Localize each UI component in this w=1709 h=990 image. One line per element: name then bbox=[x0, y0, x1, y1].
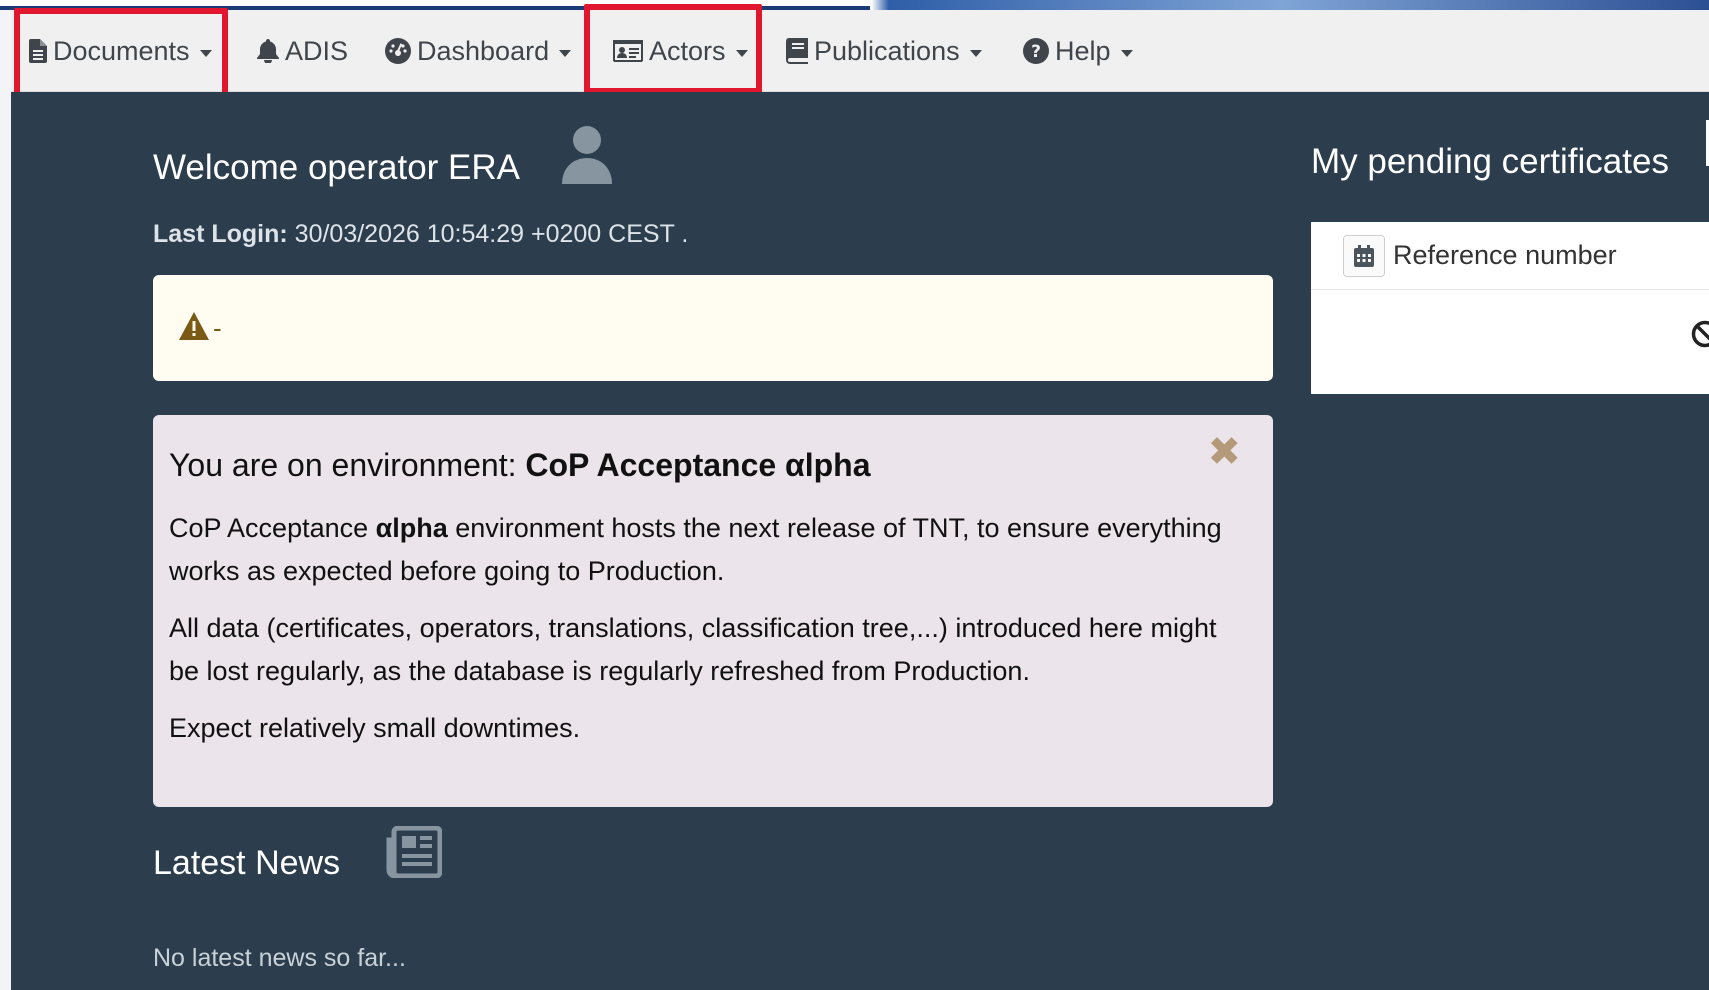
nav-dashboard-label: Dashboard bbox=[417, 35, 550, 66]
ban-icon bbox=[1691, 320, 1709, 353]
welcome-heading: Welcome operator ERA bbox=[153, 126, 613, 193]
environment-notice: ✖ You are on environment: CoP Acceptance… bbox=[153, 415, 1273, 807]
environment-paragraph-2: All data (certificates, operators, trans… bbox=[169, 613, 1217, 686]
chevron-down-icon bbox=[735, 49, 748, 57]
nav-actors-label: Actors bbox=[649, 35, 726, 66]
chevron-down-icon bbox=[969, 49, 982, 57]
latest-news-heading: Latest News bbox=[153, 825, 443, 887]
pending-certificates-table: Reference number bbox=[1311, 222, 1709, 394]
env-p1-start: CoP Acceptance bbox=[169, 513, 376, 543]
nav-documents-label: Documents bbox=[53, 35, 190, 66]
environment-title-prefix: You are on environment: bbox=[169, 447, 526, 483]
nav-help-label: Help bbox=[1055, 35, 1111, 66]
newspaper-icon bbox=[386, 825, 443, 887]
file-icon bbox=[29, 39, 47, 63]
environment-name: CoP Acceptance αlpha bbox=[525, 447, 871, 483]
nav-actors[interactable]: Actors bbox=[613, 10, 748, 92]
nav-adis-label: ADIS bbox=[285, 35, 349, 66]
nav-publications-label: Publications bbox=[814, 35, 960, 66]
last-login-label: Last Login: bbox=[153, 220, 288, 248]
environment-paragraph-1: CoP Acceptance αlpha environment hosts t… bbox=[169, 507, 1229, 593]
header-banner bbox=[0, 0, 1709, 10]
bell-icon bbox=[257, 39, 279, 63]
question-circle-icon: ? bbox=[1023, 38, 1049, 64]
id-card-icon bbox=[613, 40, 643, 62]
user-icon bbox=[562, 124, 613, 193]
svg-text:?: ? bbox=[1031, 42, 1041, 62]
nav-adis[interactable]: ADIS bbox=[257, 10, 348, 92]
pending-certificates-title: My pending certificates bbox=[1311, 142, 1669, 181]
nav-publications[interactable]: Publications bbox=[786, 10, 982, 92]
table-header: Reference number bbox=[1311, 222, 1709, 290]
nav-documents[interactable]: Documents bbox=[29, 10, 212, 92]
main-navbar: Documents ADIS Dashboard Actors Publicat… bbox=[11, 10, 1709, 92]
nav-help[interactable]: ? Help bbox=[1023, 10, 1133, 92]
latest-news-empty: No latest news so far... bbox=[153, 944, 406, 972]
chevron-down-icon bbox=[199, 49, 212, 57]
environment-title: You are on environment: CoP Acceptance α… bbox=[169, 445, 1257, 485]
latest-news-title: Latest News bbox=[153, 844, 341, 882]
welcome-text: Welcome operator ERA bbox=[153, 147, 521, 187]
dashboard-icon bbox=[385, 38, 411, 64]
calendar-icon[interactable] bbox=[1343, 234, 1385, 277]
environment-paragraph-3: Expect relatively small downtimes. bbox=[169, 713, 581, 743]
close-icon[interactable]: ✖ bbox=[1207, 429, 1241, 475]
env-p1-bold: αlpha bbox=[375, 513, 448, 543]
last-login-value: 30/03/2026 10:54:29 +0200 CEST . bbox=[294, 220, 689, 248]
chevron-down-icon bbox=[1120, 49, 1133, 57]
nav-dashboard[interactable]: Dashboard bbox=[385, 10, 572, 92]
chevron-down-icon bbox=[559, 49, 572, 57]
warning-text: - bbox=[213, 312, 222, 343]
main-content: Welcome operator ERA Last Login: 30/03/2… bbox=[11, 92, 1709, 990]
book-icon bbox=[786, 38, 808, 64]
left-edge bbox=[0, 0, 11, 990]
warning-alert: - bbox=[153, 275, 1273, 381]
warning-icon bbox=[179, 311, 209, 345]
last-login: Last Login: 30/03/2026 10:54:29 +0200 CE… bbox=[153, 220, 688, 249]
column-reference-number[interactable]: Reference number bbox=[1393, 240, 1617, 271]
